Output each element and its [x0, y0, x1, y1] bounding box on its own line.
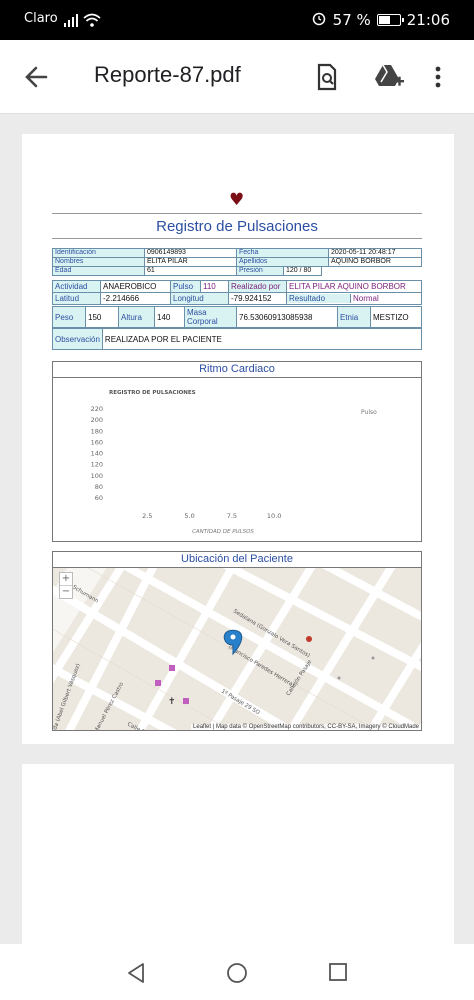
app-bar: Reporte-87.pdf: [0, 40, 474, 114]
y-tick-label: 100: [91, 472, 103, 480]
x-tick-label: 10.0: [267, 512, 281, 520]
alarm-icon: [311, 10, 327, 30]
y-tick-label: 60: [95, 494, 103, 502]
zoom-in-button[interactable]: +: [60, 573, 72, 585]
table-row: Latitud -2.214666 Longitud -79.924152 Re…: [52, 292, 422, 305]
x-tick-label: 2.5: [142, 512, 152, 520]
label-edad: Edad: [52, 266, 145, 276]
value-longitud: -79.924152: [228, 292, 287, 305]
y-tick-label: 200: [91, 416, 103, 424]
y-tick-label: 120: [91, 461, 103, 469]
value-presion: 120 / 80: [283, 266, 322, 276]
value-apellidos: AQUINO BORBOR: [328, 257, 422, 267]
table-row: Edad 61 Presión 120 / 80: [52, 266, 322, 276]
resultado-cell: Resultado Normal: [286, 292, 422, 305]
patient-info-table: Identificación 0906149893 Fecha 2020-05-…: [52, 248, 422, 267]
clock: 21:06: [406, 11, 450, 29]
body-metrics-table: Peso 150 Altura 140 Masa Corporal 76.530…: [52, 306, 422, 328]
pdf-page-2: [22, 764, 454, 954]
label-fecha: Fecha: [236, 248, 329, 258]
label-resultado: Resultado: [287, 294, 351, 303]
navigation-bar: [0, 944, 474, 1000]
observation-table: Observación REALIZADA POR EL PACIENTE: [52, 328, 423, 350]
activity-table: Actividad ANAEROBICO Pulso 110 Realizado…: [52, 280, 422, 305]
table-row: Actividad ANAEROBICO Pulso 110 Realizado…: [52, 280, 422, 293]
value-actividad: ANAEROBICO: [100, 280, 171, 293]
map-zoom-control: + −: [59, 572, 73, 599]
recents-square-icon[interactable]: [328, 962, 348, 986]
table-row: Peso 150 Altura 140 Masa Corporal 76.530…: [52, 306, 422, 328]
label-peso: Peso: [52, 306, 86, 328]
more-vert-icon[interactable]: [430, 62, 446, 92]
value-peso: 150: [85, 306, 119, 328]
map-attribution: Leaflet | Map data © OpenStreetMap contr…: [191, 724, 421, 730]
arrow-left-icon[interactable]: [20, 60, 54, 94]
label-latitud: Latitud: [52, 292, 101, 305]
report-title: Registro de Pulsaciones: [52, 213, 422, 239]
chart-title: REGISTRO DE PULSACIONES: [109, 390, 196, 396]
status-bar: Claro 57 % 21:06: [0, 0, 474, 40]
value-pulso: 110: [200, 280, 229, 293]
label-observacion: Observación: [52, 328, 103, 350]
table-row: Identificación 0906149893 Fecha 2020-05-…: [52, 248, 422, 258]
heart-rate-chart: REGISTRO DE PULSACIONES 220 200 180 160 140 12…: [91, 390, 378, 535]
carrier-label: Claro: [24, 11, 58, 26]
chart-section-title: Ritmo Cardiaco: [53, 362, 421, 378]
y-tick-label: 140: [91, 450, 103, 458]
label-realizado-por: Realizado por: [228, 280, 287, 293]
label-presion: Presión: [236, 266, 284, 276]
table-row: Observación REALIZADA POR EL PACIENTE: [52, 328, 423, 350]
value-masa-corporal: 76.53060913085938: [236, 306, 338, 328]
pdf-viewer[interactable]: ♥ Registro de Pulsaciones Identificación…: [0, 114, 474, 954]
battery-percent: 57 %: [332, 11, 371, 29]
label-altura: Altura: [118, 306, 155, 328]
patient-location-box: Ubicación del Paciente Sedalana (Gonzalo…: [52, 551, 422, 731]
value-identificacion: 0906149893: [144, 248, 237, 258]
x-tick-label: 7.5: [227, 512, 237, 520]
signal-wifi-icon: [64, 12, 104, 32]
location-map[interactable]: Sedalana (Gonzalo Vera Santos) (Francisc…: [53, 568, 421, 730]
search-document-icon[interactable]: [312, 62, 342, 92]
battery-icon: [376, 14, 404, 26]
label-pulso: Pulso: [170, 280, 201, 293]
y-tick-label: 220: [91, 405, 103, 413]
heart-icon: ♥: [229, 190, 245, 210]
label-longitud: Longitud: [170, 292, 229, 305]
map-tiles: Sedalana (Gonzalo Vera Santos) (Francisc…: [53, 568, 421, 730]
value-altura: 140: [154, 306, 185, 328]
file-title: Reporte-87.pdf: [94, 62, 241, 87]
label-identificacion: Identificación: [52, 248, 145, 258]
value-latitud: -2.214666: [100, 292, 171, 305]
add-to-drive-icon[interactable]: [373, 62, 404, 92]
value-observacion: REALIZADA POR EL PACIENTE: [101, 328, 423, 350]
value-edad: 61: [144, 266, 237, 276]
map-section-title: Ubicación del Paciente: [53, 552, 421, 568]
heart-rate-chart-box: Ritmo Cardiaco REGISTRO DE PULSACIONES 22…: [52, 361, 422, 542]
x-axis-label: CANTIDAD DE PULSOS: [192, 529, 254, 535]
label-etnia: Etnia: [337, 306, 371, 328]
home-circle-icon[interactable]: [226, 962, 248, 988]
patient-info-table-2: Edad 61 Presión 120 / 80: [52, 266, 322, 276]
back-triangle-icon[interactable]: [126, 962, 146, 988]
zoom-out-button[interactable]: −: [60, 585, 72, 598]
label-actividad: Actividad: [52, 280, 101, 293]
legend-entry: Pulso: [361, 409, 377, 416]
y-tick-label: 160: [91, 438, 103, 446]
value-resultado: Normal: [353, 294, 379, 303]
x-tick-label: 5.0: [184, 512, 194, 520]
label-masa-corporal: Masa Corporal: [184, 306, 237, 328]
value-fecha: 2020-05-11 20:48:17: [328, 248, 422, 258]
pdf-page-1: ♥ Registro de Pulsaciones Identificación…: [22, 134, 454, 744]
y-tick-label: 180: [91, 427, 103, 435]
svg-text:✝: ✝: [168, 697, 176, 707]
value-realizado-por: ELITA PILAR AQUINO BORBOR: [286, 280, 422, 293]
value-etnia: MESTIZO: [370, 306, 422, 328]
y-tick-label: 80: [95, 483, 103, 491]
